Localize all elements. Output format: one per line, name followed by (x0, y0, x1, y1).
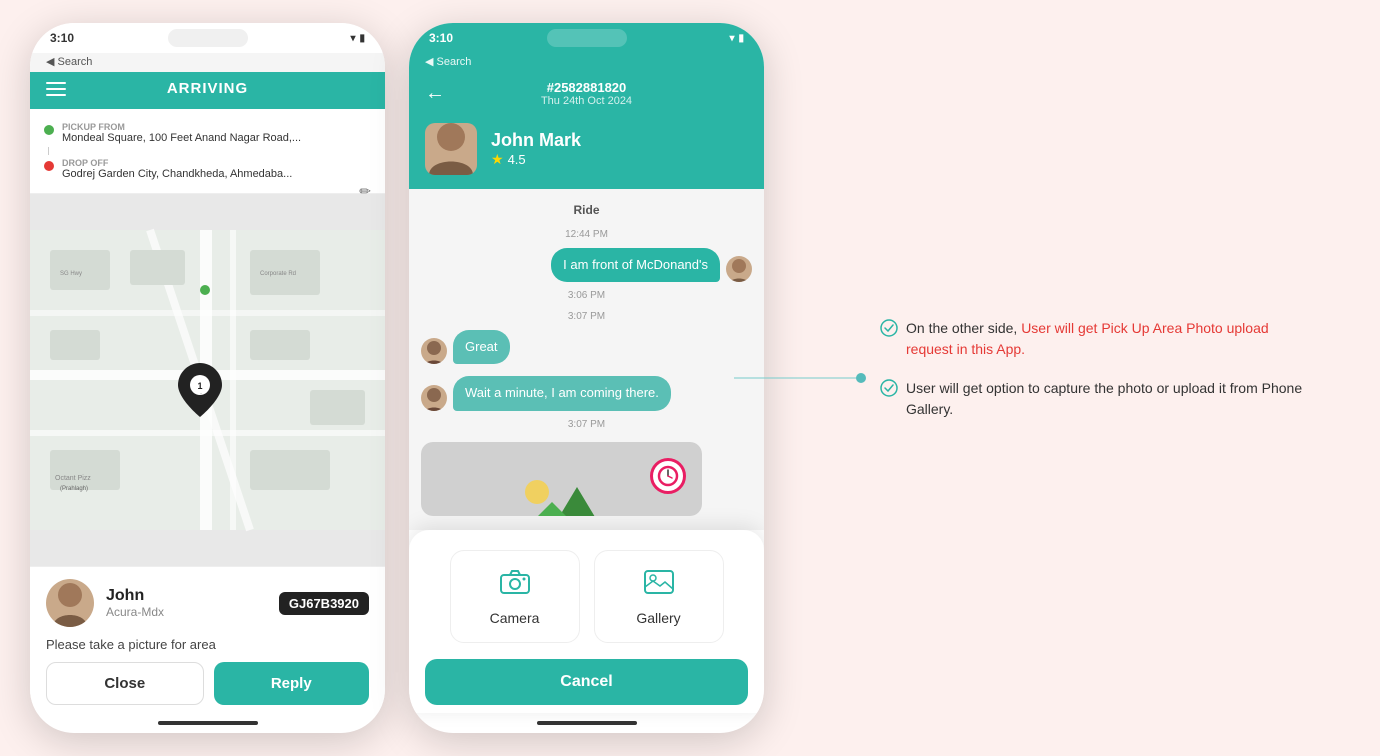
phone-user: 3:10 ▾ ▮ ◀ Search ← #2582881820 Thu 24th… (409, 23, 764, 733)
wifi-icon2: ▾ (729, 33, 734, 44)
annotation-panel: On the other side, User will get Pick Up… (880, 318, 1310, 438)
svg-text:(Prahlagh): (Prahlagh) (60, 486, 88, 492)
star-icon: ★ (491, 151, 504, 168)
wifi-icon: ▾ (350, 33, 355, 44)
bottom-sheet: Camera Gallery Cancel (409, 530, 764, 713)
driver-avatar (46, 579, 94, 627)
dropoff-label: DROP OFF (62, 158, 292, 168)
check-icon-2 (880, 379, 898, 401)
driver-header: ARRIVING (30, 72, 385, 109)
battery-icon2: ▮ (738, 33, 744, 44)
pickup-dot (44, 125, 54, 135)
ride-date: Thu 24th Oct 2024 (541, 95, 632, 107)
bubble-1: I am front of McDonand's (551, 248, 720, 282)
msg-time-3: 3:07 PM (421, 311, 752, 322)
user-card: John Mark ★ 4.5 (409, 113, 764, 189)
battery-icon: ▮ (359, 33, 365, 44)
dropoff-address: Godrej Garden City, Chandkheda, Ahmedaba… (62, 168, 292, 180)
user-name: John Mark (491, 130, 581, 151)
msg-time-2: 3:06 PM (421, 290, 752, 301)
connector-line (734, 378, 864, 379)
home-indicator (158, 721, 258, 725)
search-back[interactable]: ◀ Search (46, 55, 92, 68)
map-area: SG Hwy Corporate Rd Octant Pizz (Prahlag… (30, 194, 385, 566)
receiver-avatar-2 (421, 385, 447, 411)
upload-options: Camera Gallery (425, 550, 748, 643)
check-icon-1 (880, 319, 898, 341)
route-card: PICKUP FROM Mondeal Square, 100 Feet Ana… (30, 109, 385, 194)
chat-header: ← #2582881820 Thu 24th Oct 2024 (409, 72, 764, 113)
svg-text:Corporate Rd: Corporate Rd (260, 271, 296, 277)
camera-label: Camera (490, 610, 540, 626)
search-back2[interactable]: ◀ Search (425, 55, 471, 68)
cancel-button[interactable]: Cancel (425, 659, 748, 705)
status-icons-phone1: ▾ ▮ (350, 33, 365, 44)
annotation-text-1: On the other side, User will get Pick Up… (906, 318, 1310, 360)
svg-text:Octant Pizz: Octant Pizz (55, 475, 91, 482)
status-bar-phone1: 3:10 ▾ ▮ (30, 23, 385, 53)
home-indicator-2 (537, 721, 637, 725)
menu-button[interactable] (46, 82, 66, 96)
sender-avatar-1 (726, 256, 752, 282)
driver-card: John Acura-Mdx GJ67B3920 Please take a p… (30, 566, 385, 713)
ride-id: #2582881820 (541, 80, 632, 95)
gallery-button[interactable]: Gallery (594, 550, 724, 643)
bubble-great: Great (453, 330, 510, 364)
annotation-2: User will get option to capture the phot… (880, 378, 1310, 420)
svg-text:1: 1 (197, 381, 202, 391)
photo-placeholder (421, 442, 702, 516)
chat-area[interactable]: Ride 12:44 PM I am front of McDonand's 3… (409, 189, 764, 530)
message-row-2: Great (421, 330, 752, 364)
picture-prompt: Please take a picture for area (46, 637, 369, 652)
reply-button[interactable]: Reply (214, 662, 370, 705)
connector-dot (856, 373, 866, 383)
clock-icon (650, 458, 686, 494)
home-bar-2 (409, 713, 764, 733)
plate-badge: GJ67B3920 (279, 592, 369, 615)
action-buttons: Close Reply (46, 662, 369, 705)
status-bar-phone2: 3:10 ▾ ▮ (409, 23, 764, 53)
receiver-avatar-1 (421, 338, 447, 364)
arriving-title: ARRIVING (167, 80, 248, 97)
phone-driver: 3:10 ▾ ▮ ◀ Search ARRIVING PICKUP FROM M… (30, 23, 385, 733)
user-rating: ★ 4.5 (491, 151, 581, 168)
home-bar (30, 713, 385, 733)
close-button[interactable]: Close (46, 662, 204, 705)
bubble-wait: Wait a minute, I am coming there. (453, 376, 671, 410)
annotation-text-2: User will get option to capture the phot… (906, 378, 1310, 420)
status-icons-phone2: ▾ ▮ (729, 33, 744, 44)
driver-name: John (106, 587, 267, 605)
back-button[interactable]: ← (425, 82, 445, 105)
photo-card: Pickup Area Photo Please take a photo of… (421, 442, 702, 516)
camera-icon (499, 567, 531, 602)
rating-value: 4.5 (508, 152, 526, 167)
msg-time-4: 3:07 PM (421, 419, 752, 430)
dropoff-dot (44, 161, 54, 171)
message-row-3: Wait a minute, I am coming there. (421, 376, 752, 410)
driver-car: Acura-Mdx (106, 605, 267, 619)
svg-text:min: min (194, 394, 205, 401)
chat-section-label: Ride (421, 203, 752, 217)
pickup-label: PICKUP FROM (62, 122, 301, 132)
msg-time-1: 12:44 PM (421, 229, 752, 240)
gallery-label: Gallery (636, 610, 680, 626)
message-row-1: I am front of McDonand's (421, 248, 752, 282)
time-phone1: 3:10 (50, 31, 74, 45)
svg-text:SG Hwy: SG Hwy (60, 271, 82, 277)
camera-button[interactable]: Camera (450, 550, 580, 643)
pickup-address: Mondeal Square, 100 Feet Anand Nagar Roa… (62, 132, 301, 144)
annotation-1: On the other side, User will get Pick Up… (880, 318, 1310, 360)
time-phone2: 3:10 (429, 31, 453, 45)
user-avatar (425, 123, 477, 175)
gallery-icon (643, 567, 675, 602)
